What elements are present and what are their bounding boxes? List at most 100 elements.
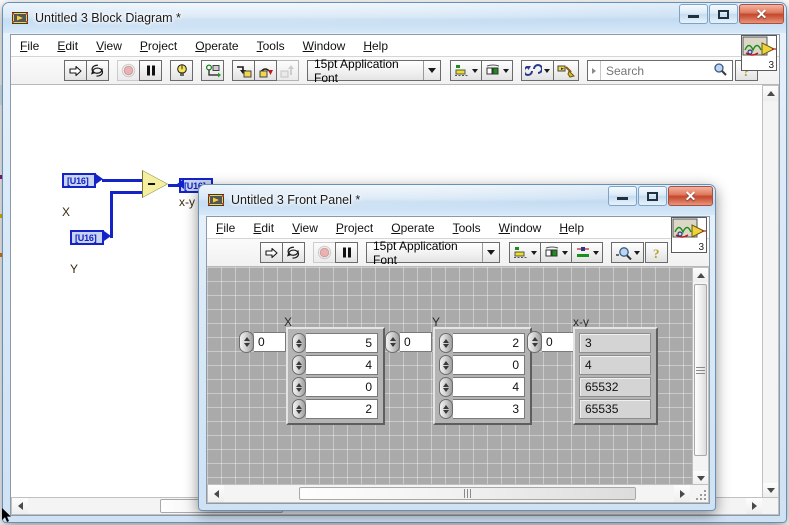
fp-index-y[interactable]: 0 — [385, 331, 432, 353]
clean-up-diagram-button[interactable] — [553, 60, 579, 81]
front-panel-menu-view[interactable]: View — [283, 219, 327, 237]
fp-vscroll-thumb[interactable] — [694, 284, 707, 456]
step-out-button[interactable] — [276, 60, 299, 81]
fp-array-y[interactable]: 2 0 4 3 — [433, 327, 532, 425]
scroll-left-button[interactable] — [12, 498, 28, 514]
fp-array-y-spinner-0[interactable] — [439, 333, 453, 353]
front-panel-vi-icon[interactable]: 3 — [671, 217, 707, 253]
wire-y-to-subtract[interactable] — [110, 191, 144, 194]
front-panel-menu-file[interactable]: File — [207, 219, 244, 237]
distribute-objects-button[interactable] — [481, 60, 513, 81]
search-input[interactable] — [601, 62, 713, 79]
block-diagram-menu-file[interactable]: File — [11, 37, 48, 55]
front-panel-menu-help[interactable]: Help — [550, 219, 593, 237]
fp-align-objects-button[interactable] — [509, 242, 541, 263]
highlight-execution-button[interactable] — [170, 60, 193, 81]
fp-array-y-cell-2[interactable]: 4 — [453, 377, 525, 397]
fp-run-continuously-button[interactable] — [282, 242, 305, 263]
fp-array-x-spinner-1[interactable] — [292, 355, 306, 375]
block-diagram-toolbar[interactable]: 15pt Application Font Search — [11, 57, 779, 85]
block-diagram-menu-view[interactable]: View — [87, 37, 131, 55]
fp-array-x-cell-0[interactable]: 5 — [306, 333, 378, 353]
fp-array-x-spinner-3[interactable] — [292, 399, 306, 419]
wire-x-to-subtract[interactable] — [102, 179, 144, 182]
align-objects-button[interactable] — [450, 60, 482, 81]
fp-array-y-spinner-3[interactable] — [439, 399, 453, 419]
reorder-button[interactable] — [521, 60, 554, 81]
fp-scroll-down-button[interactable] — [693, 471, 708, 485]
fp-scroll-up-button[interactable] — [693, 268, 708, 282]
front-panel-window-controls[interactable]: ✕ — [607, 186, 713, 206]
minimize-button[interactable] — [679, 4, 708, 24]
fp-index-x[interactable]: 0 — [239, 331, 286, 353]
fp-reorder-button[interactable] — [611, 242, 644, 263]
font-selector[interactable]: 15pt Application Font — [307, 57, 441, 85]
fp-index-x-value[interactable]: 0 — [254, 332, 286, 352]
run-button[interactable] — [64, 60, 87, 81]
fp-array-x-row-1[interactable]: 4 — [292, 355, 378, 375]
fp-index-xy-spinner[interactable] — [527, 331, 542, 353]
search-dropdown-icon[interactable] — [588, 61, 601, 80]
block-diagram-vi-icon[interactable]: 3 — [741, 35, 777, 71]
fp-array-y-spinner-1[interactable] — [439, 355, 453, 375]
fp-index-xy[interactable]: 0 — [527, 331, 574, 353]
block-diagram-menu-help[interactable]: Help — [354, 37, 397, 55]
fp-close-button[interactable]: ✕ — [668, 186, 713, 206]
front-panel-vscrollbar[interactable] — [692, 267, 709, 486]
scroll-right-button[interactable] — [746, 498, 762, 514]
fp-minimize-button[interactable] — [608, 186, 637, 206]
fp-resize-grip[interactable] — [694, 488, 706, 500]
fp-array-y-row-3[interactable]: 3 — [439, 399, 525, 419]
block-diagram-menu-window[interactable]: Window — [294, 37, 355, 55]
block-diagram-menubar[interactable]: File Edit View Project Operate Tools Window Hel… — [11, 35, 779, 57]
front-panel-menu-edit[interactable]: Edit — [244, 219, 283, 237]
fp-hscroll-thumb[interactable] — [299, 487, 636, 500]
front-panel-hscrollbar[interactable] — [207, 484, 709, 503]
fp-array-x-row-3[interactable]: 2 — [292, 399, 378, 419]
step-into-button[interactable] — [232, 60, 255, 81]
search-input-wrapper[interactable] — [587, 60, 733, 81]
fp-array-y-row-0[interactable]: 2 — [439, 333, 525, 353]
front-panel-titlebar[interactable]: Untitled 3 Front Panel * ✕ — [199, 185, 715, 215]
block-diagram-menu-edit[interactable]: Edit — [48, 37, 87, 55]
wire-y-vertical[interactable] — [110, 191, 113, 238]
front-panel-window[interactable]: Untitled 3 Front Panel * ✕ File Edit View P… — [198, 184, 716, 511]
fp-distribute-objects-button[interactable] — [540, 242, 572, 263]
fp-resize-objects-button[interactable] — [571, 242, 603, 263]
fp-array-y-cell-0[interactable]: 2 — [453, 333, 525, 353]
block-diagram-menu-tools[interactable]: Tools — [248, 37, 294, 55]
fp-index-x-spinner[interactable] — [239, 331, 254, 353]
pause-button[interactable] — [139, 60, 162, 81]
fp-abort-execution-button[interactable] — [313, 242, 336, 263]
block-diagram-menu-project[interactable]: Project — [131, 37, 186, 55]
block-diagram-vscrollbar[interactable] — [762, 85, 779, 499]
fp-array-x-row-0[interactable]: 5 — [292, 333, 378, 353]
fp-pause-button[interactable] — [335, 242, 358, 263]
front-panel-menu-tools[interactable]: Tools — [444, 219, 490, 237]
main-window-controls[interactable]: ✕ — [678, 4, 784, 24]
chevron-down-icon[interactable] — [423, 61, 440, 80]
fp-array-x-cell-2[interactable]: 0 — [306, 377, 378, 397]
scroll-up-button[interactable] — [763, 86, 778, 101]
fp-array-x-cell-3[interactable]: 2 — [306, 399, 378, 419]
fp-scroll-left-button[interactable] — [208, 485, 224, 502]
front-panel-menubar[interactable]: File Edit View Project Operate Tools Window Hel… — [207, 217, 709, 239]
block-diagram-titlebar[interactable]: Untitled 3 Block Diagram * ✕ — [3, 3, 786, 33]
front-panel-menu-window[interactable]: Window — [490, 219, 551, 237]
scroll-down-button[interactable] — [763, 483, 778, 498]
fp-font-selector[interactable]: 15pt Application Font — [366, 239, 500, 267]
fp-array-y-cell-1[interactable]: 0 — [453, 355, 525, 375]
fp-array-y-spinner-2[interactable] — [439, 377, 453, 397]
fp-array-x-spinner-0[interactable] — [292, 333, 306, 353]
fp-array-x-row-2[interactable]: 0 — [292, 377, 378, 397]
front-panel-menu-operate[interactable]: Operate — [382, 219, 443, 237]
fp-array-y-row-2[interactable]: 4 — [439, 377, 525, 397]
close-button[interactable]: ✕ — [739, 4, 784, 24]
abort-execution-button[interactable] — [117, 60, 140, 81]
chevron-down-icon[interactable] — [482, 243, 499, 262]
maximize-button[interactable] — [709, 4, 738, 24]
bd-terminal-y[interactable]: [U16] — [70, 230, 104, 245]
magnifier-icon[interactable] — [713, 62, 732, 79]
fp-maximize-button[interactable] — [638, 186, 667, 206]
run-continuously-button[interactable] — [86, 60, 109, 81]
